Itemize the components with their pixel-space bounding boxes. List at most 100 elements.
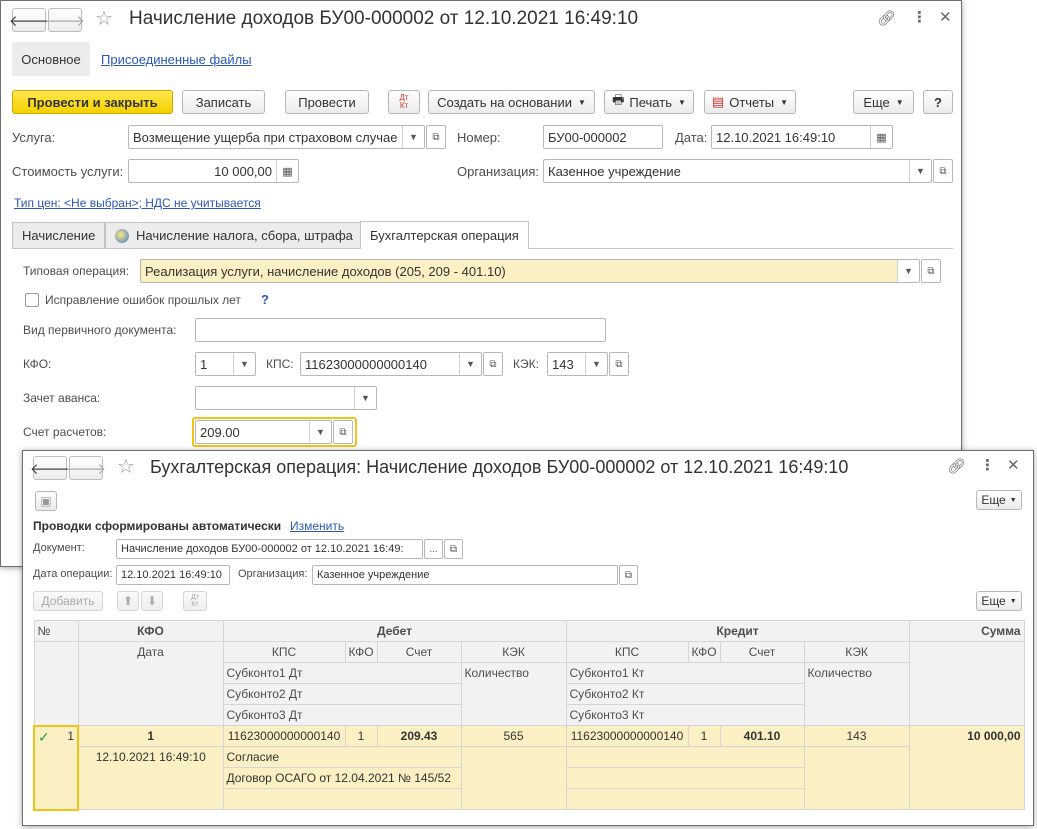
header-dt-kfo[interactable]: КФО <box>344 641 378 663</box>
service-field[interactable]: Возмещение ущерба при страховом случае ▼ <box>128 125 425 149</box>
kek-open-button[interactable]: ⧉ <box>609 352 629 376</box>
cost-field[interactable]: 10 000,00 ▦ <box>128 159 299 183</box>
table-more-button[interactable]: Еще ▼ <box>976 591 1022 611</box>
price-type-link[interactable]: Тип цен: <Не выбран>; НДС не учитывается <box>14 196 261 210</box>
header-kt-kek[interactable]: КЭК <box>803 641 910 663</box>
dropdown-icon[interactable]: ▼ <box>897 260 919 282</box>
back-button[interactable]: 🡐 <box>9 8 49 32</box>
create-based-button[interactable]: Создать на основании ▼ <box>428 90 595 114</box>
header-dt-kek[interactable]: КЭК <box>460 641 567 663</box>
dropdown-icon[interactable]: ▼ <box>585 353 607 375</box>
tab-tax[interactable]: Начисление налога, сбора, штрафа <box>105 222 363 248</box>
change-link[interactable]: Изменить <box>290 519 344 533</box>
header-kfo[interactable]: КФО <box>77 620 224 642</box>
op-date-field[interactable]: 12.10.2021 16:49:10 <box>116 565 230 585</box>
link-icon[interactable]: 🔗︎ <box>947 457 966 475</box>
primary-doc-field[interactable] <box>195 318 606 342</box>
dropdown-icon[interactable]: ▼ <box>354 387 376 409</box>
org-field[interactable]: Казенное учреждение ▼ <box>543 159 932 183</box>
kps-open-button[interactable]: ⧉ <box>483 352 503 376</box>
correction-checkbox[interactable] <box>25 293 39 307</box>
row-dt-account[interactable]: 209.43 <box>376 725 462 747</box>
advance-field[interactable]: ▼ <box>195 386 377 410</box>
header-credit[interactable]: Кредит <box>565 620 910 642</box>
header-sub2-dt[interactable]: Субконто2 Дт <box>222 683 462 705</box>
row-kt-sub2[interactable] <box>565 767 805 789</box>
table-row[interactable]: 12.10.2021 16:49:10 Согласие <box>34 746 1024 810</box>
header-kt-qty[interactable]: Количество <box>803 662 910 726</box>
header-sub1-kt[interactable]: Субконто1 Кт <box>565 662 805 684</box>
link-icon[interactable]: 🔗︎ <box>877 9 896 27</box>
forward-button[interactable]: 🡒 <box>66 456 106 480</box>
dropdown-icon[interactable]: ▼ <box>459 353 481 375</box>
header-dt-kps[interactable]: КПС <box>222 641 346 663</box>
row-dt-kps[interactable]: 11623000000000140 <box>222 725 346 747</box>
account-field[interactable]: 209.00 ▼ <box>195 420 332 444</box>
row-kt-sub1[interactable] <box>565 746 805 768</box>
row-kt-qty[interactable] <box>803 746 910 810</box>
kfo-field[interactable]: 1 ▼ <box>195 352 256 376</box>
reports-button[interactable]: ▤ Отчеты ▼ <box>704 90 796 114</box>
calculator-icon[interactable]: ▦ <box>276 160 298 182</box>
save-disk-button[interactable]: ▣ <box>35 491 57 511</box>
header-sub3-dt[interactable]: Субконто3 Дт <box>222 704 462 726</box>
header-kt-kfo[interactable]: КФО <box>687 641 721 663</box>
dtkt-button[interactable]: Дт Кт <box>388 90 420 114</box>
header-sum[interactable]: Сумма <box>908 620 1025 642</box>
op-org-field[interactable]: Казенное учреждение <box>312 565 618 585</box>
star-icon[interactable]: ☆ <box>117 454 135 479</box>
forward-button[interactable]: 🡒 <box>45 8 85 32</box>
tab-accrual[interactable]: Начисление <box>12 222 106 248</box>
header-sub2-kt[interactable]: Субконто2 Кт <box>565 683 805 705</box>
number-field[interactable]: БУ00-000002 <box>543 125 663 149</box>
row-date[interactable]: 12.10.2021 16:49:10 <box>77 746 224 810</box>
star-icon[interactable]: ☆ <box>95 6 113 31</box>
row-kt-account[interactable]: 401.10 <box>719 725 805 747</box>
row-dt-qty[interactable] <box>460 746 567 810</box>
account-open-button[interactable]: ⧉ <box>333 420 353 444</box>
row-kt-kps[interactable]: 11623000000000140 <box>565 725 689 747</box>
row-sum[interactable]: 10 000,00 <box>908 725 1025 810</box>
more-button[interactable]: Еще ▼ <box>976 490 1022 510</box>
header-sub3-kt[interactable]: Субконто3 Кт <box>565 704 805 726</box>
back-button[interactable]: 🡐 <box>30 456 70 480</box>
row-dt-sub3[interactable] <box>222 788 462 810</box>
tab-accounting-operation[interactable]: Бухгалтерская операция <box>360 221 529 249</box>
move-up-button[interactable]: ⬆ <box>117 591 139 611</box>
print-button[interactable]: 🖶 Печать ▼ <box>604 90 694 114</box>
document-select-button[interactable]: ... <box>424 539 443 559</box>
table-row[interactable]: ✓ 1 1 11623000000000140 1 209.43 565 116… <box>33 724 1025 811</box>
close-icon[interactable]: ✕ <box>939 8 952 26</box>
header-dt-account[interactable]: Счет <box>376 641 462 663</box>
document-field[interactable]: Начисление доходов БУ00-000002 от 12.10.… <box>116 539 423 559</box>
dropdown-icon[interactable]: ▼ <box>402 126 424 148</box>
kek-field[interactable]: 143 ▼ <box>547 352 608 376</box>
header-num[interactable]: № <box>33 620 79 642</box>
header-kt-account[interactable]: Счет <box>719 641 805 663</box>
row-dt-kek[interactable]: 565 <box>460 725 567 747</box>
row-kt-sub3[interactable] <box>565 788 805 810</box>
dropdown-icon[interactable]: ▼ <box>909 160 931 182</box>
row-kt-kfo[interactable]: 1 <box>687 725 721 747</box>
header-dt-qty[interactable]: Количество <box>460 662 567 726</box>
date-field[interactable]: 12.10.2021 16:49:10 ▦ <box>711 125 893 149</box>
close-icon[interactable]: ✕ <box>1007 456 1020 474</box>
correction-label[interactable]: Исправление ошибок прошлых лет <box>45 293 241 307</box>
post-button[interactable]: Провести <box>285 90 369 114</box>
row-dt-sub2[interactable]: Договор ОСАГО от 12.04.2021 № 145/52 <box>222 767 462 789</box>
help-button[interactable]: ? <box>923 90 953 114</box>
header-debit[interactable]: Дебет <box>222 620 567 642</box>
move-down-button[interactable]: ⬇ <box>141 591 163 611</box>
service-open-button[interactable]: ⧉ <box>426 125 446 149</box>
save-button[interactable]: Записать <box>182 90 265 114</box>
dropdown-icon[interactable]: ▼ <box>309 421 331 443</box>
row-kfo[interactable]: 1 <box>77 725 224 747</box>
document-open-button[interactable]: ⧉ <box>444 539 463 559</box>
more-vertical-icon[interactable]: ⋮ <box>912 8 927 26</box>
calendar-icon[interactable]: ▦ <box>870 126 892 148</box>
add-button[interactable]: Добавить <box>33 591 103 611</box>
header-date[interactable]: Дата <box>77 641 224 726</box>
correction-help-icon[interactable]: ? <box>261 292 269 307</box>
op-org-open-button[interactable]: ⧉ <box>619 565 638 585</box>
section-tab-files[interactable]: Присоединенные файлы <box>101 52 252 67</box>
